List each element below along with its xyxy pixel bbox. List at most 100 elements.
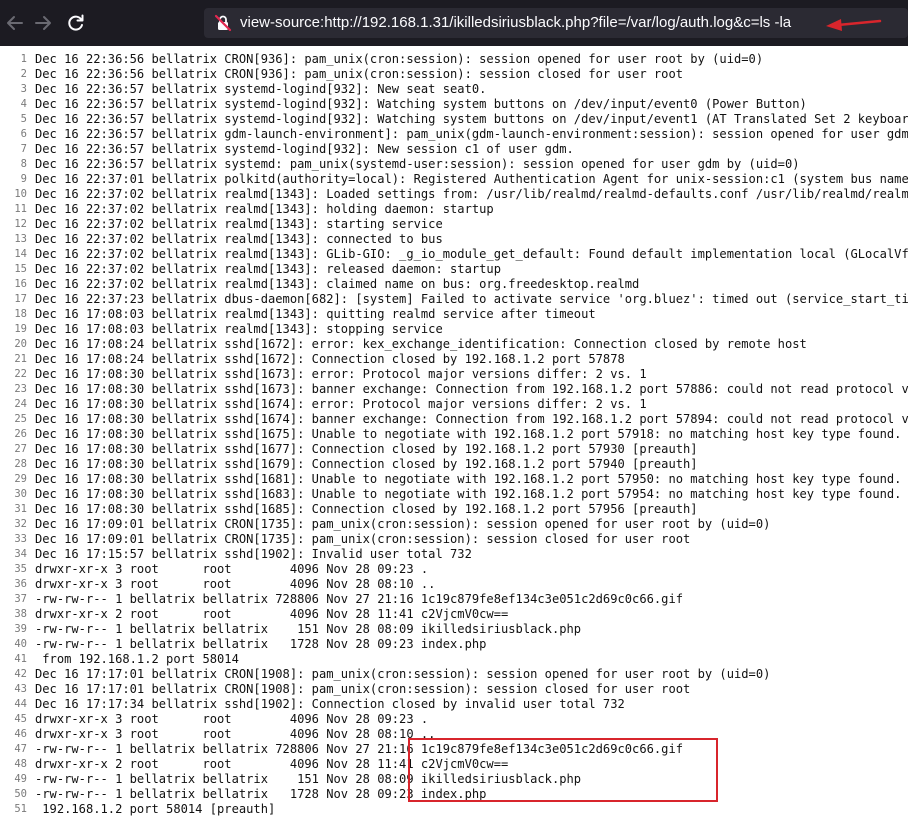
source-line: 45 drwxr-xr-x 3 root root 4096 Nov 28 09:… [0,712,908,727]
source-line: 33 Dec 16 17:09:01 bellatrix CRON[1735]: … [0,532,908,547]
line-text: drwxr-xr-x 3 root root 4096 Nov 28 09:23… [35,562,429,576]
source-line: 36 drwxr-xr-x 3 root root 4096 Nov 28 08:… [0,577,908,592]
source-line: 9 Dec 16 22:37:01 bellatrix polkitd(autho… [0,172,908,187]
line-text: Dec 16 22:37:02 bellatrix realmd[1343]: … [35,277,640,291]
line-text: Dec 16 17:09:01 bellatrix CRON[1735]: pa… [35,517,771,531]
line-number: 25 [14,413,27,425]
line-text: Dec 16 17:09:01 bellatrix CRON[1735]: pa… [35,532,691,546]
line-text: Dec 16 22:36:57 bellatrix systemd-logind… [35,142,574,156]
line-text: Dec 16 17:08:30 bellatrix sshd[1675]: Un… [35,427,908,441]
annotation-highlight-box [408,738,718,802]
annotation-arrow-icon [826,19,882,31]
line-number: 38 [14,608,27,620]
source-line: 6 Dec 16 22:36:57 bellatrix gdm-launch-en… [0,127,908,142]
line-number: 31 [14,503,27,515]
line-text: from 192.168.1.2 port 58014 [35,652,239,666]
source-line: 12 Dec 16 22:37:02 bellatrix realmd[1343]… [0,217,908,232]
line-text: Dec 16 22:37:02 bellatrix realmd[1343]: … [35,217,443,231]
line-text: Dec 16 22:36:57 bellatrix systemd-logind… [35,112,908,126]
line-text: Dec 16 17:08:24 bellatrix sshd[1672]: Co… [35,352,625,366]
line-number: 36 [14,578,27,590]
forward-arrow-icon [35,16,51,30]
line-number: 23 [14,383,27,395]
line-number: 46 [14,728,27,740]
insecure-connection-icon[interactable] [214,14,232,32]
source-line: 22 Dec 16 17:08:30 bellatrix sshd[1673]: … [0,367,908,382]
line-number: 8 [20,158,27,170]
line-text: Dec 16 17:17:01 bellatrix CRON[1908]: pa… [35,667,771,681]
line-number: 40 [14,638,27,650]
back-arrow-icon [7,16,23,30]
line-number: 27 [14,443,27,455]
line-number: 34 [14,548,27,560]
line-number: 12 [14,218,27,230]
line-text: Dec 16 17:08:03 bellatrix realmd[1343]: … [35,322,443,336]
line-number: 9 [20,173,27,185]
source-line: 27 Dec 16 17:08:30 bellatrix sshd[1677]: … [0,442,908,457]
line-number: 37 [14,593,27,605]
line-text: Dec 16 17:08:30 bellatrix sshd[1673]: er… [35,367,647,381]
source-line: 32 Dec 16 17:09:01 bellatrix CRON[1735]: … [0,517,908,532]
source-line: 40 -rw-rw-r-- 1 bellatrix bellatrix 1728 … [0,637,908,652]
source-line: 17 Dec 16 22:37:23 bellatrix dbus-daemon[… [0,292,908,307]
line-number: 26 [14,428,27,440]
line-number: 6 [20,128,27,140]
source-line: 30 Dec 16 17:08:30 bellatrix sshd[1683]: … [0,487,908,502]
line-number: 50 [14,788,27,800]
source-line: 2 Dec 16 22:36:56 bellatrix CRON[936]: pa… [0,67,908,82]
source-line: 25 Dec 16 17:08:30 bellatrix sshd[1674]: … [0,412,908,427]
line-number: 1 [20,53,27,65]
line-text: Dec 16 22:37:01 bellatrix polkitd(author… [35,172,908,186]
line-number: 4 [20,98,27,110]
line-text: Dec 16 22:36:57 bellatrix gdm-launch-env… [35,127,908,141]
source-line: 41 from 192.168.1.2 port 58014 [0,652,908,667]
line-number: 13 [14,233,27,245]
source-line: 4 Dec 16 22:36:57 bellatrix systemd-login… [0,97,908,112]
line-number: 33 [14,533,27,545]
line-number: 16 [14,278,27,290]
line-text: Dec 16 17:15:57 bellatrix sshd[1902]: In… [35,547,472,561]
source-line: 11 Dec 16 22:37:02 bellatrix realmd[1343]… [0,202,908,217]
line-text: -rw-rw-r-- 1 bellatrix bellatrix 1728 No… [35,637,487,651]
line-text: drwxr-xr-x 2 root root 4096 Nov 28 11:41… [35,607,509,621]
line-text: Dec 16 17:08:30 bellatrix sshd[1683]: Un… [35,487,908,501]
line-number: 35 [14,563,27,575]
line-text: Dec 16 22:36:57 bellatrix systemd: pam_u… [35,157,800,171]
source-line: 3 Dec 16 22:36:57 bellatrix systemd-login… [0,82,908,97]
line-text: drwxr-xr-x 3 root root 4096 Nov 28 09:23… [35,712,429,726]
line-number: 7 [20,143,27,155]
line-number: 2 [20,68,27,80]
line-number: 45 [14,713,27,725]
forward-button[interactable] [28,8,58,38]
line-number: 28 [14,458,27,470]
line-number: 24 [14,398,27,410]
back-button[interactable] [0,8,30,38]
source-line: 20 Dec 16 17:08:24 bellatrix sshd[1672]: … [0,337,908,352]
source-line: 16 Dec 16 22:37:02 bellatrix realmd[1343]… [0,277,908,292]
line-number: 41 [14,653,27,665]
address-bar[interactable]: view-source:http://192.168.1.31/ikilleds… [204,8,908,38]
line-number: 32 [14,518,27,530]
line-text: Dec 16 17:17:34 bellatrix sshd[1902]: Co… [35,697,625,711]
source-line: 26 Dec 16 17:08:30 bellatrix sshd[1675]: … [0,427,908,442]
line-text: Dec 16 17:08:03 bellatrix realmd[1343]: … [35,307,596,321]
line-number: 49 [14,773,27,785]
line-number: 20 [14,338,27,350]
line-number: 29 [14,473,27,485]
line-text: Dec 16 22:36:57 bellatrix systemd-logind… [35,97,807,111]
source-line: 39 -rw-rw-r-- 1 bellatrix bellatrix 151 N… [0,622,908,637]
reload-button[interactable] [61,8,91,38]
source-line: 44 Dec 16 17:17:34 bellatrix sshd[1902]: … [0,697,908,712]
line-text: Dec 16 17:08:30 bellatrix sshd[1679]: Co… [35,457,698,471]
line-text: Dec 16 17:08:30 bellatrix sshd[1674]: er… [35,397,647,411]
line-text: 192.168.1.2 port 58014 [preauth] [35,802,276,816]
source-line: 42 Dec 16 17:17:01 bellatrix CRON[1908]: … [0,667,908,682]
line-text: Dec 16 22:36:57 bellatrix systemd-logind… [35,82,487,96]
source-line: 7 Dec 16 22:36:57 bellatrix systemd-login… [0,142,908,157]
line-number: 44 [14,698,27,710]
line-text: -rw-rw-r-- 1 bellatrix bellatrix 151 Nov… [35,622,582,636]
line-text: drwxr-xr-x 3 root root 4096 Nov 28 08:10… [35,727,436,741]
url-text[interactable]: view-source:http://192.168.1.31/ikilleds… [240,14,791,32]
source-line: 51 192.168.1.2 port 58014 [preauth] [0,802,908,817]
line-number: 19 [14,323,27,335]
